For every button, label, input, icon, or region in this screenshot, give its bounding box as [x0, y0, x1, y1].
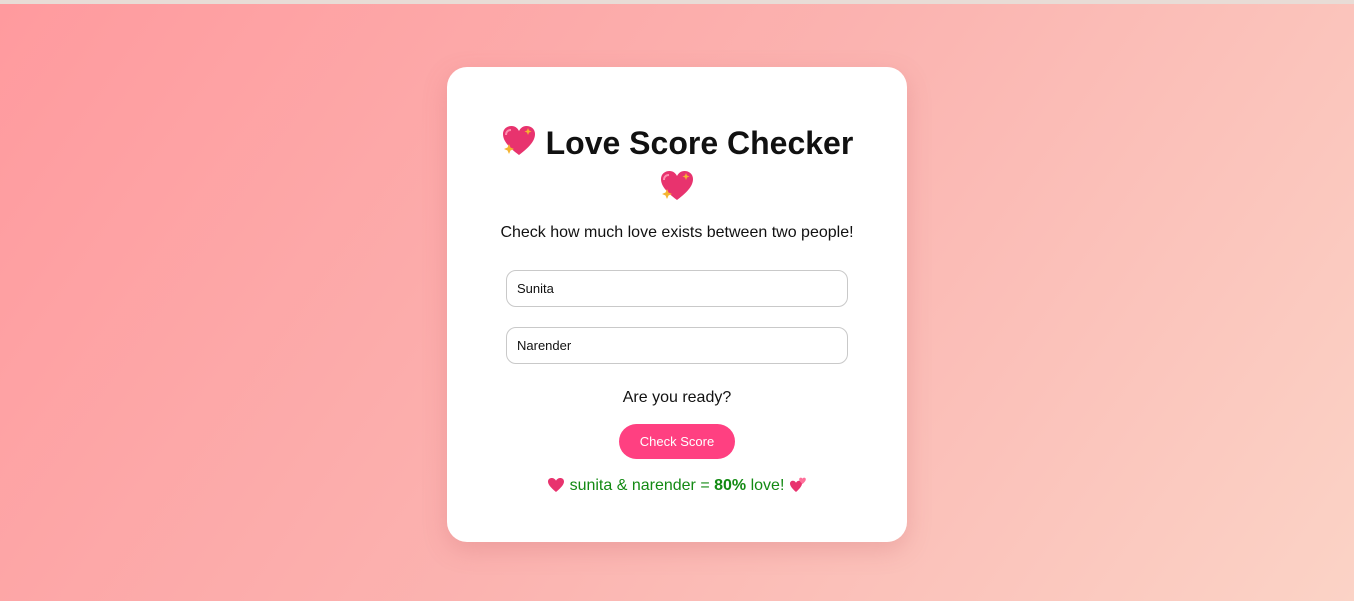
title-text: Love Score Checker: [545, 125, 854, 161]
two-hearts-icon: [789, 477, 807, 494]
result-score: 80%: [714, 477, 747, 494]
top-strip: [0, 0, 1354, 4]
title-heart-line: [447, 169, 907, 203]
subtitle: Check how much love exists between two p…: [500, 224, 854, 241]
check-score-button[interactable]: Check Score: [619, 424, 735, 459]
heart-icon: [547, 477, 569, 494]
ready-prompt: Are you ready?: [622, 389, 732, 406]
first-name-input[interactable]: [506, 270, 848, 307]
second-name-input[interactable]: [506, 327, 848, 364]
sparkling-heart-icon: [501, 124, 537, 167]
page-title: Love Score Checker: [447, 123, 907, 167]
result-message: sunita & narender = 80% love!: [447, 475, 907, 497]
sparkling-heart-icon: [659, 169, 695, 208]
result-prefix: sunita & narender =: [569, 477, 715, 494]
result-suffix: love!: [746, 477, 785, 494]
love-card: Love Score Checker Check how much love e…: [447, 67, 907, 542]
